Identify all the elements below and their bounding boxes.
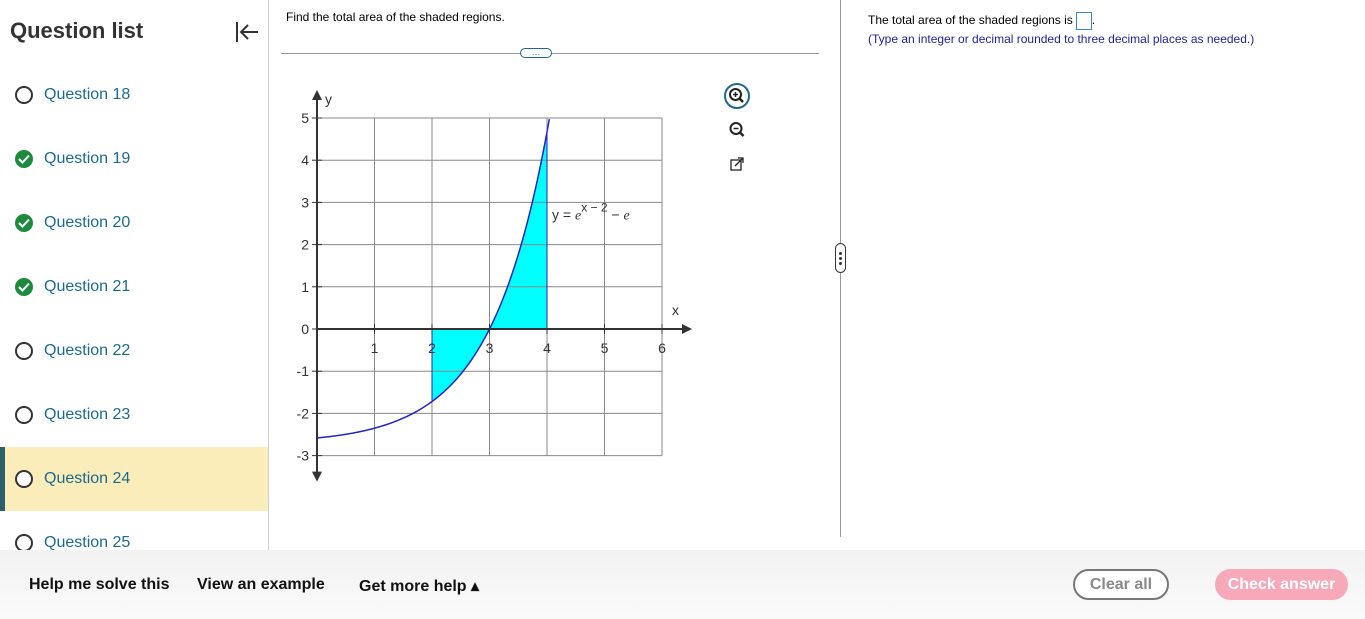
check-circle-icon <box>15 214 33 232</box>
answer-text: The total area of the shaded regions is <box>868 13 1073 28</box>
sidebar-item-label: Question 25 <box>44 534 131 550</box>
zoom-in-icon <box>729 88 744 103</box>
check-circle-icon <box>15 278 33 296</box>
sidebar-item-label: Question 24 <box>44 470 131 487</box>
sidebar-item-label: Question 22 <box>44 342 131 359</box>
sidebar-item-question-23[interactable]: Question 23 <box>0 383 268 447</box>
popout-icon <box>730 157 744 171</box>
empty-circle-icon <box>15 534 33 550</box>
question-list-sidebar: Question list Question 18 Question 19 Ques… <box>0 0 269 550</box>
empty-circle-icon <box>15 406 33 424</box>
x-tick-label: 4 <box>543 340 551 356</box>
get-more-help-button[interactable]: Get more help ▴ <box>359 576 479 596</box>
shaded-region-right <box>489 131 547 329</box>
check-circle-icon <box>15 150 33 168</box>
y-tick-label: -2 <box>297 405 310 421</box>
y-tick-label: 3 <box>301 194 309 210</box>
shaded-region-left <box>432 329 490 402</box>
zoom-out-icon <box>729 122 745 137</box>
sidebar-item-question-19[interactable]: Question 19 <box>0 127 268 191</box>
sidebar-item-label: Question 19 <box>44 150 131 167</box>
sidebar-item-question-25[interactable]: Question 25 <box>0 511 268 550</box>
answer-hint: (Type an integer or decimal rounded to t… <box>868 32 1255 46</box>
answer-input[interactable] <box>1075 12 1092 30</box>
sidebar-item-label: Question 18 <box>44 86 131 103</box>
y-axis-arrow-up <box>312 90 322 100</box>
question-prompt: Find the total area of the shaded region… <box>286 10 505 24</box>
sidebar-item-label: Question 23 <box>44 406 131 423</box>
zoom-in-button[interactable] <box>724 83 750 109</box>
view-example-button[interactable]: View an example <box>197 576 325 594</box>
sidebar-title: Question list <box>10 18 144 43</box>
help-me-solve-button[interactable]: Help me solve this <box>29 576 170 594</box>
empty-circle-icon <box>15 470 33 488</box>
function-graph: 1 2 3 4 5 6 5 4 3 2 1 0 -1 -2 -3 y x y = ex − 2 − e <box>297 90 692 482</box>
x-axis-label: x <box>672 302 679 318</box>
sidebar-item-label: Question 20 <box>44 214 131 231</box>
y-axis-arrow-down <box>312 471 322 482</box>
x-tick-label: 5 <box>601 340 609 356</box>
y-tick-label: 0 <box>301 321 309 337</box>
clear-all-button[interactable]: Clear all <box>1073 569 1169 600</box>
x-tick-label: 6 <box>658 340 666 356</box>
answer-period: . <box>1091 13 1096 28</box>
x-tick-label: 2 <box>428 340 436 356</box>
sidebar-item-question-18[interactable]: Question 18 <box>0 63 268 127</box>
sidebar-item-question-24[interactable]: Question 24 <box>0 447 268 511</box>
y-tick-label: 2 <box>301 237 309 253</box>
answer-statement: The total area of the shaded regions is. <box>868 12 1095 30</box>
x-tick-label: 3 <box>486 340 494 356</box>
popout-button[interactable] <box>724 151 750 177</box>
equation-label: y = ex − 2 − e <box>552 200 630 223</box>
y-tick-label: -1 <box>297 363 310 379</box>
sidebar-item-question-22[interactable]: Question 22 <box>0 319 268 383</box>
sidebar-item-label: Question 21 <box>44 278 131 295</box>
sidebar-item-question-20[interactable]: Question 20 <box>0 191 268 255</box>
resize-handle[interactable] <box>835 243 846 273</box>
sidebar-item-question-21[interactable]: Question 21 <box>0 255 268 319</box>
x-tick-label: 1 <box>371 340 379 356</box>
check-answer-button[interactable]: Check answer <box>1215 569 1348 600</box>
footer-bar: Help me solve this View an example Get m… <box>0 550 1365 619</box>
y-tick-label: 5 <box>301 110 309 126</box>
y-axis-label: y <box>325 91 332 107</box>
show-more-button[interactable]: … <box>520 48 552 58</box>
empty-circle-icon <box>15 86 33 104</box>
zoom-out-button[interactable] <box>724 117 750 143</box>
y-tick-label: 1 <box>301 279 309 295</box>
y-tick-label: 4 <box>301 152 309 168</box>
y-tick-label: -3 <box>297 448 310 464</box>
empty-circle-icon <box>15 342 33 360</box>
collapse-left-icon[interactable] <box>234 20 260 44</box>
x-axis-arrow <box>682 324 692 334</box>
